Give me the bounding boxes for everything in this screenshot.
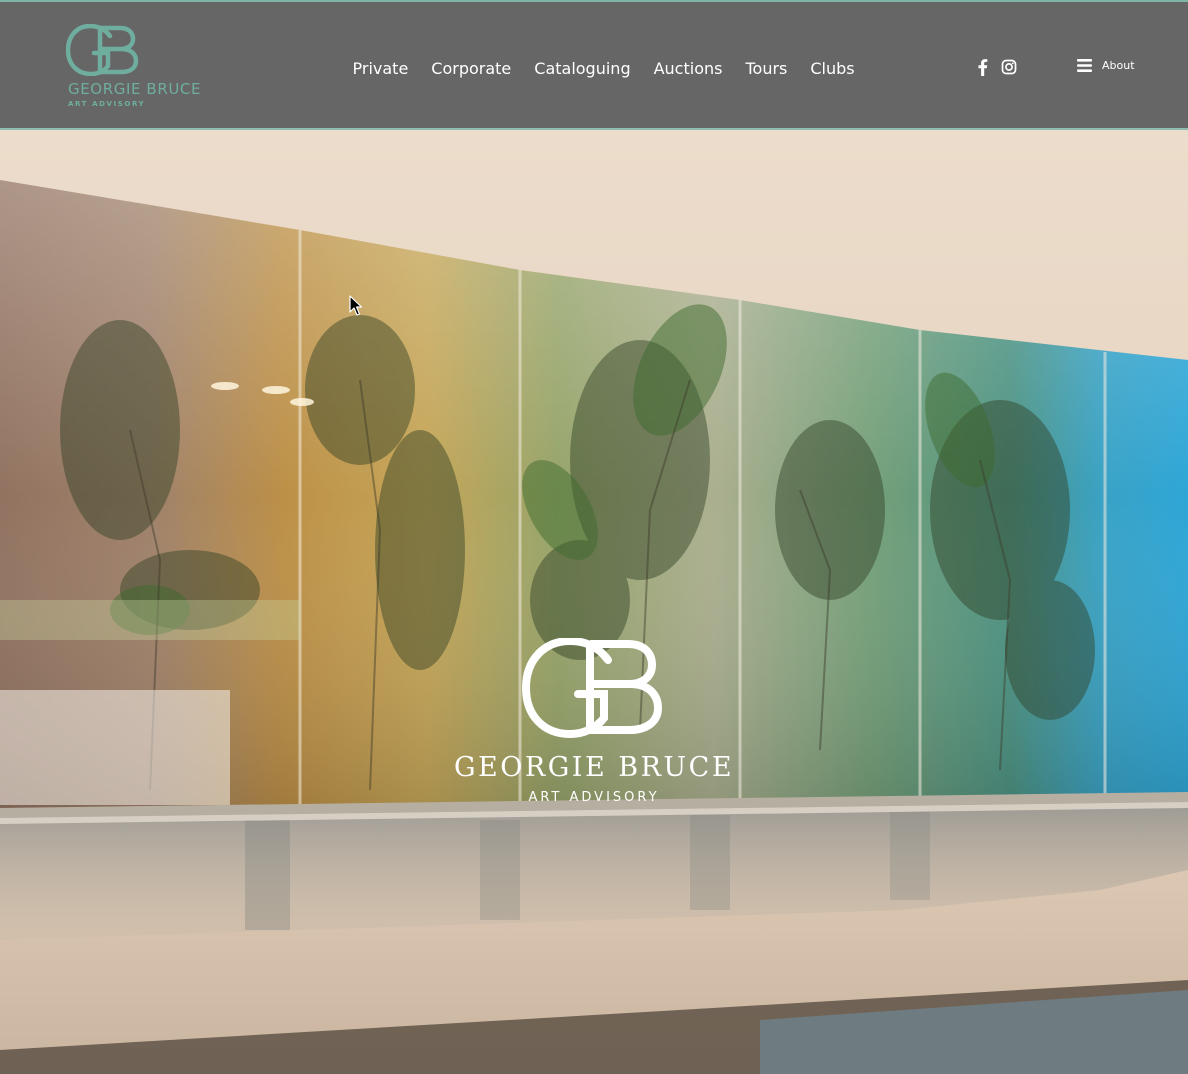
nav-item-cataloguing[interactable]: Cataloguing — [523, 59, 642, 78]
social-links — [974, 58, 1017, 76]
gb-monogram-hero-logo — [522, 638, 662, 738]
nav-item-auctions[interactable]: Auctions — [642, 59, 734, 78]
logo-link[interactable]: GEORGIE BRUCE ART ADVISORY — [66, 24, 216, 112]
site-header: GEORGIE BRUCE ART ADVISORY Private Corpo… — [0, 0, 1188, 130]
main-nav: Private Corporate Cataloguing Auctions T… — [341, 54, 866, 82]
hero-section: GEORGIE BRUCE ART ADVISORY — [0, 130, 1188, 1074]
facebook-icon[interactable] — [974, 58, 990, 76]
hero-brand-tagline: ART ADVISORY — [528, 790, 660, 805]
logo-name: GEORGIE BRUCE — [68, 80, 202, 98]
page: GEORGIE BRUCE ART ADVISORY Private Corpo… — [0, 0, 1188, 1074]
hero-artwork-image — [0, 130, 1188, 1074]
hamburger-icon — [1077, 59, 1092, 72]
nav-item-tours[interactable]: Tours — [734, 59, 799, 78]
logo-tagline: ART ADVISORY — [68, 100, 146, 108]
about-menu-label: About — [1102, 59, 1135, 72]
instagram-icon[interactable] — [1001, 58, 1017, 76]
nav-item-clubs[interactable]: Clubs — [799, 59, 866, 78]
nav-item-private[interactable]: Private — [341, 59, 420, 78]
nav-item-corporate[interactable]: Corporate — [420, 59, 523, 78]
about-menu-button[interactable]: About — [1076, 57, 1135, 74]
hero-brand-logo: GEORGIE BRUCE ART ADVISORY — [444, 638, 744, 818]
gb-monogram-logo — [66, 24, 139, 76]
hero-brand-name: GEORGIE BRUCE — [453, 752, 735, 783]
